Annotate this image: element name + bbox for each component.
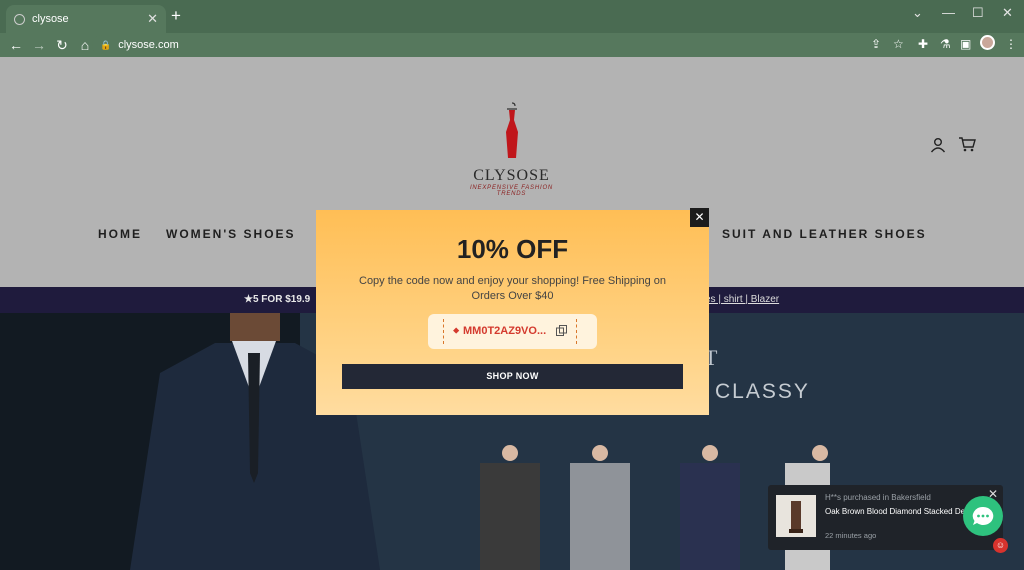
popup-title: 10% OFF <box>456 234 569 264</box>
popup-description: Copy the code now and enjoy your shoppin… <box>359 275 666 302</box>
lock-icon: 🔒 <box>100 39 112 50</box>
nav-home[interactable]: HOME <box>98 227 142 241</box>
side-panel-icon[interactable]: ▣ <box>960 37 971 51</box>
nav-womens-shoes[interactable]: WOMEN'S SHOES <box>166 227 296 241</box>
tag-icon: ⬥ <box>453 325 460 335</box>
purchased-product: Oak Brown Blood Diamond Stacked Des <box>825 507 970 516</box>
site-logo[interactable]: CLYSOSE INEXPENSIVE FASHION TRENDS <box>454 102 569 197</box>
brand-tagline: INEXPENSIVE FASHION TRENDS <box>469 185 554 197</box>
chat-bubble-icon <box>972 506 994 525</box>
web-page: CLYSOSE INEXPENSIVE FASHION TRENDS HOME … <box>0 57 1024 570</box>
tab-search-icon[interactable]: ⌄ <box>912 5 923 21</box>
tab-close-icon[interactable]: ✕ <box>147 11 158 27</box>
purchase-location: H**s purchased in Bakersfield <box>825 493 931 502</box>
discount-popup: 10% OFF Copy the code now and enjoy your… <box>316 210 709 415</box>
close-window-button[interactable]: ✕ <box>1002 5 1013 21</box>
coupon-divider-left <box>443 319 444 344</box>
menu-icon[interactable]: ⋮ <box>1005 37 1017 51</box>
back-icon[interactable]: ← <box>9 37 23 53</box>
dress-logo-icon <box>505 102 518 158</box>
share-icon[interactable]: ⇪ <box>871 37 881 51</box>
hero-subheading: CLASSY <box>715 380 810 403</box>
copy-icon[interactable] <box>556 325 567 336</box>
nav-suit-leather-shoes[interactable]: SUIT AND LEATHER SHOES <box>722 227 927 241</box>
lab-icon[interactable]: ⚗ <box>940 37 951 51</box>
tab-favicon-icon <box>14 13 25 25</box>
profile-avatar[interactable] <box>980 35 995 50</box>
minimize-button[interactable]: — <box>942 5 955 20</box>
coupon-divider-right <box>576 319 577 344</box>
purchase-time: 22 minutes ago <box>825 531 877 540</box>
coupon-code: MM0T2AZ9VO... <box>463 325 547 337</box>
cart-icon[interactable] <box>958 135 976 153</box>
accessibility-icon[interactable]: ☺ <box>993 538 1008 553</box>
brand-name: CLYSOSE <box>473 167 550 184</box>
maximize-button[interactable]: ☐ <box>972 5 984 21</box>
forward-icon[interactable]: → <box>32 37 46 53</box>
coupon-box[interactable]: ⬥ MM0T2AZ9VO... <box>428 314 597 349</box>
popup-close-button[interactable]: ✕ <box>690 208 709 227</box>
extensions-icon[interactable]: ✚ <box>918 37 928 51</box>
url-text: clysose.com <box>118 39 179 51</box>
announcement-links[interactable]: es | shirt | Blazer <box>705 294 779 305</box>
browser-tab[interactable]: clysose ✕ <box>6 5 166 33</box>
account-icon[interactable] <box>930 137 946 153</box>
address-bar[interactable]: 🔒 clysose.com <box>92 35 912 55</box>
new-tab-button[interactable]: + <box>171 7 181 25</box>
chat-button[interactable] <box>963 496 1003 536</box>
reload-icon[interactable]: ↻ <box>55 37 69 54</box>
tab-title: clysose <box>32 13 69 25</box>
home-icon[interactable]: ⌂ <box>78 37 92 53</box>
shop-now-button[interactable]: SHOP NOW <box>342 364 683 389</box>
product-thumbnail <box>776 495 816 537</box>
announcement-promo[interactable]: ★5 FOR $19.9 <box>244 294 310 305</box>
browser-toolbar: ← → ↻ ⌂ 🔒 clysose.com ⇪ ☆ ✚ ⚗ ▣ ⋮ <box>0 33 1024 57</box>
browser-tab-strip: clysose ✕ + ⌄ — ☐ ✕ <box>0 0 1024 33</box>
bookmark-star-icon[interactable]: ☆ <box>893 37 904 51</box>
